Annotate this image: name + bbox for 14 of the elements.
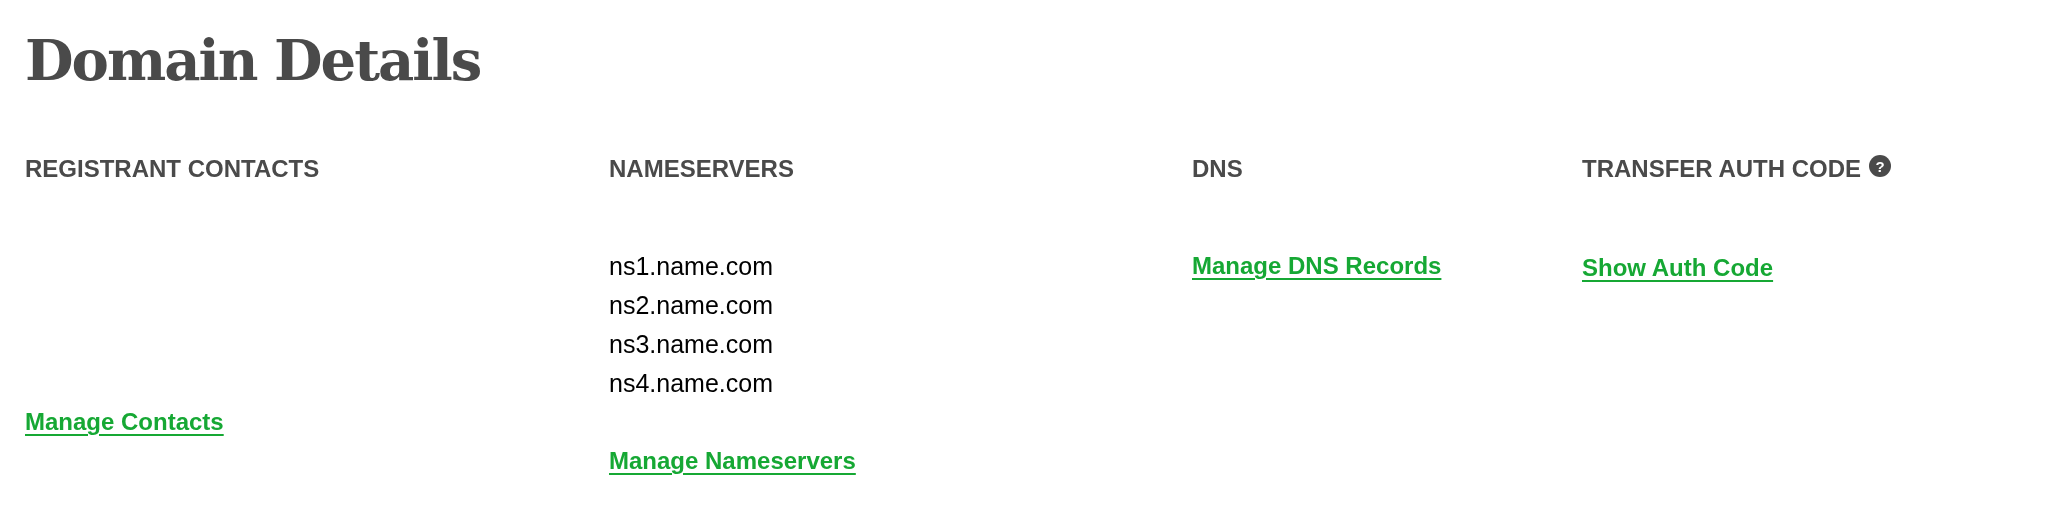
nameserver-entry: ns3.name.com [609,329,773,360]
nameserver-entry: ns4.name.com [609,368,773,399]
manage-link[interactable]: Show Auth Code [1582,253,1774,283]
section-heading: DNS [1192,154,1243,184]
manage-link[interactable]: Manage Contacts [25,407,224,437]
help-icon[interactable]: ? [1869,155,1892,177]
section-heading: REGISTRANT CONTACTS [25,154,320,184]
page-title: Domain Details [25,28,481,92]
manage-link[interactable]: Manage Nameservers [609,446,856,476]
nameserver-entry: ns1.name.com [609,251,773,282]
section-heading: NAMESERVERS [609,154,794,184]
section-heading: TRANSFER AUTH CODE [1582,154,1862,184]
nameserver-entry: ns2.name.com [609,290,773,321]
manage-link[interactable]: Manage DNS Records [1192,251,1442,281]
